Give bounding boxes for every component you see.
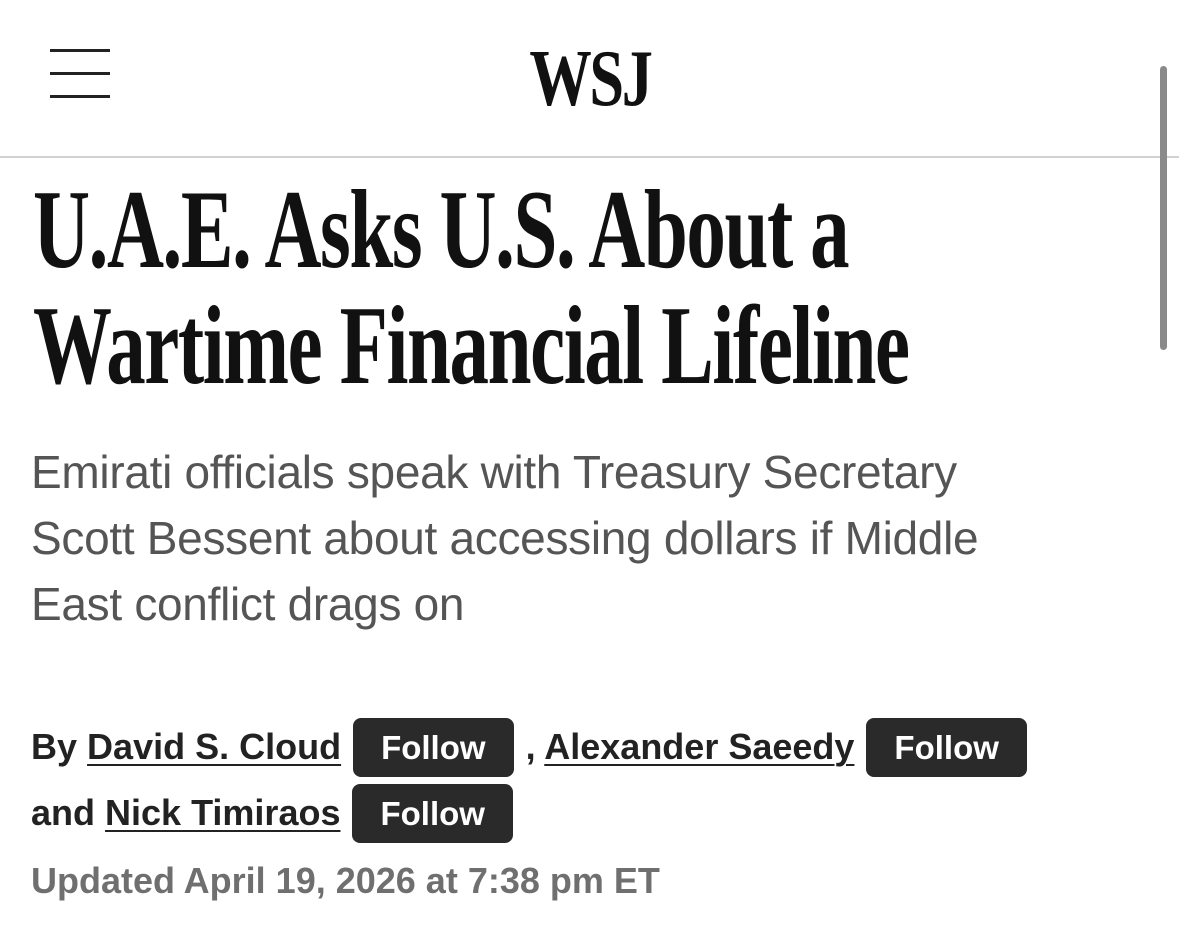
subheadline-line: Emirati officials speak with Treasury Se… [31, 446, 957, 498]
byline-continued: and Nick Timiraos Follow [31, 783, 513, 843]
subheadline-line: Scott Bessent about accessing dollars if… [31, 512, 979, 564]
author-link-alexander-saeedy[interactable]: Alexander Saeedy [544, 726, 854, 767]
article-subheadline: Emirati officials speak with Treasury Se… [31, 439, 1171, 637]
subheadline-line: East conflict drags on [31, 578, 465, 630]
article-headline: U.A.E. Asks U.S. About a Wartime Financi… [33, 172, 1091, 404]
byline-conjunction: and [31, 792, 96, 833]
author-link-david-s-cloud[interactable]: David S. Cloud [87, 726, 341, 767]
article-timestamp: Updated April 19, 2026 at 7:38 pm ET [31, 860, 660, 901]
scrollbar[interactable] [1160, 66, 1167, 350]
follow-button-david-s-cloud[interactable]: Follow [353, 718, 514, 777]
top-navigation-bar: WSJ [0, 0, 1179, 158]
follow-button-nick-timiraos[interactable]: Follow [352, 784, 513, 843]
wsj-logo[interactable]: WSJ [512, 34, 668, 124]
follow-button-alexander-saeedy[interactable]: Follow [866, 718, 1027, 777]
author-link-nick-timiraos[interactable]: Nick Timiraos [105, 792, 340, 833]
menu-line [50, 95, 110, 98]
headline-line: U.A.E. Asks U.S. About a [33, 168, 850, 292]
byline-separator: , [525, 726, 536, 767]
byline-prefix: By [31, 726, 78, 767]
menu-line [50, 72, 110, 75]
menu-line [50, 49, 110, 52]
headline-line: Wartime Financial Lifeline [33, 284, 910, 408]
hamburger-menu-icon[interactable] [50, 49, 110, 99]
byline: By David S. Cloud Follow, Alexander Saeed… [31, 717, 1027, 777]
